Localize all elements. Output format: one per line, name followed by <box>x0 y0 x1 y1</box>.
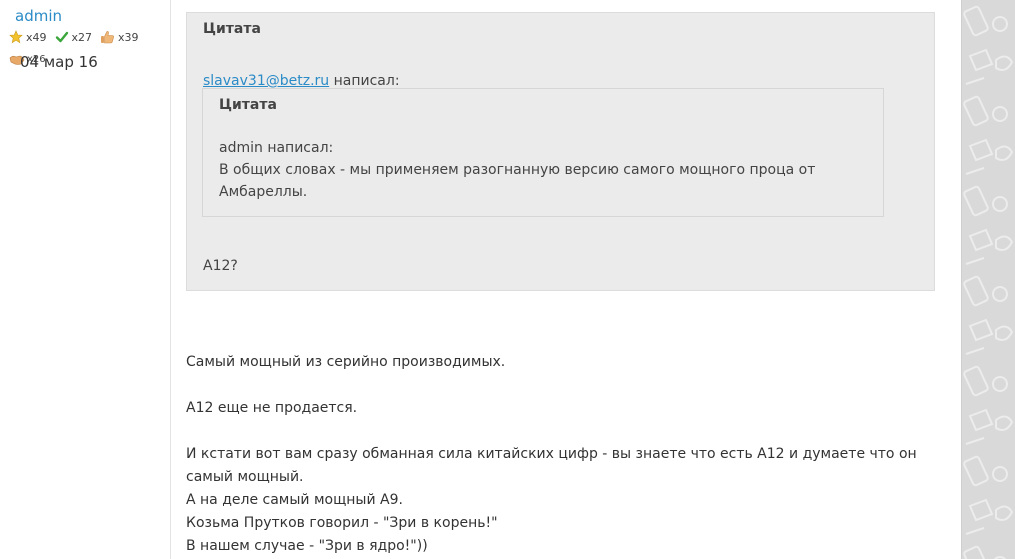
inner-quote-label: Цитата <box>219 97 277 113</box>
post-paragraph-3-line-1: И кстати вот вам сразу обманная сила кит… <box>186 446 917 462</box>
join-date: 04 мар 16 <box>20 53 98 71</box>
reputation-star: x49 <box>9 30 47 44</box>
outer-quote-author-line: slavav31@betz.ru написал: <box>203 73 400 89</box>
outer-quote-reply: А12? <box>203 258 238 274</box>
inner-quote-body: admin написал: В общих словах - мы приме… <box>219 137 869 203</box>
decorative-side-strip <box>961 0 1015 559</box>
inner-quote-author-line: admin написал: <box>219 140 334 156</box>
outer-quote-wrote: написал: <box>333 73 400 89</box>
post-paragraph-3-line-3: А на деле самый мощный А9. <box>186 492 403 508</box>
outer-quote-block: Цитата slavav31@betz.ru написал: Цитата … <box>186 12 935 291</box>
reputation-check: x27 <box>55 30 93 44</box>
inner-quote-text-line-2: Амбареллы. <box>219 184 308 200</box>
post-paragraph-3-line-2: самый мощный. <box>186 469 304 485</box>
checkmark-icon <box>55 31 68 43</box>
pattern-background-icon <box>962 0 1015 559</box>
outer-quote-label: Цитата <box>203 21 261 37</box>
thumbs-up-icon <box>101 31 114 44</box>
post-paragraph-3-line-4: Козьма Прутков говорил - "Зри в корень!" <box>186 515 498 531</box>
forum-post-page: admin x49 x27 x39 x26 04 мар 16 Цитата s… <box>0 0 1015 559</box>
reputation-check-count: x27 <box>71 30 93 44</box>
post-body-text: Самый мощный из серийно производимых. А1… <box>186 351 926 558</box>
post-content: Цитата slavav31@betz.ru написал: Цитата … <box>171 0 960 559</box>
inner-quote-block: Цитата admin написал: В общих словах - м… <box>202 88 884 217</box>
username-link[interactable]: admin <box>15 7 62 25</box>
reputation-star-count: x49 <box>26 30 47 44</box>
user-info-column: admin x49 x27 x39 x26 04 мар 16 <box>0 0 171 559</box>
post-paragraph-2: А12 еще не продается. <box>186 400 358 416</box>
quote-author-email-link[interactable]: slavav31@betz.ru <box>203 73 329 89</box>
reputation-thumb: x39 <box>100 30 139 44</box>
reputation-thumb-count: x39 <box>118 30 139 44</box>
post-paragraph-3-line-5: В нашем случае - "Зри в ядро!")) <box>186 538 428 554</box>
reputation-row: x49 x27 x39 <box>9 30 147 44</box>
star-icon <box>9 30 23 44</box>
inner-quote-text-line-1: В общих словах - мы применяем разогнанну… <box>219 162 816 178</box>
post-paragraph-1: Самый мощный из серийно производимых. <box>186 354 506 370</box>
